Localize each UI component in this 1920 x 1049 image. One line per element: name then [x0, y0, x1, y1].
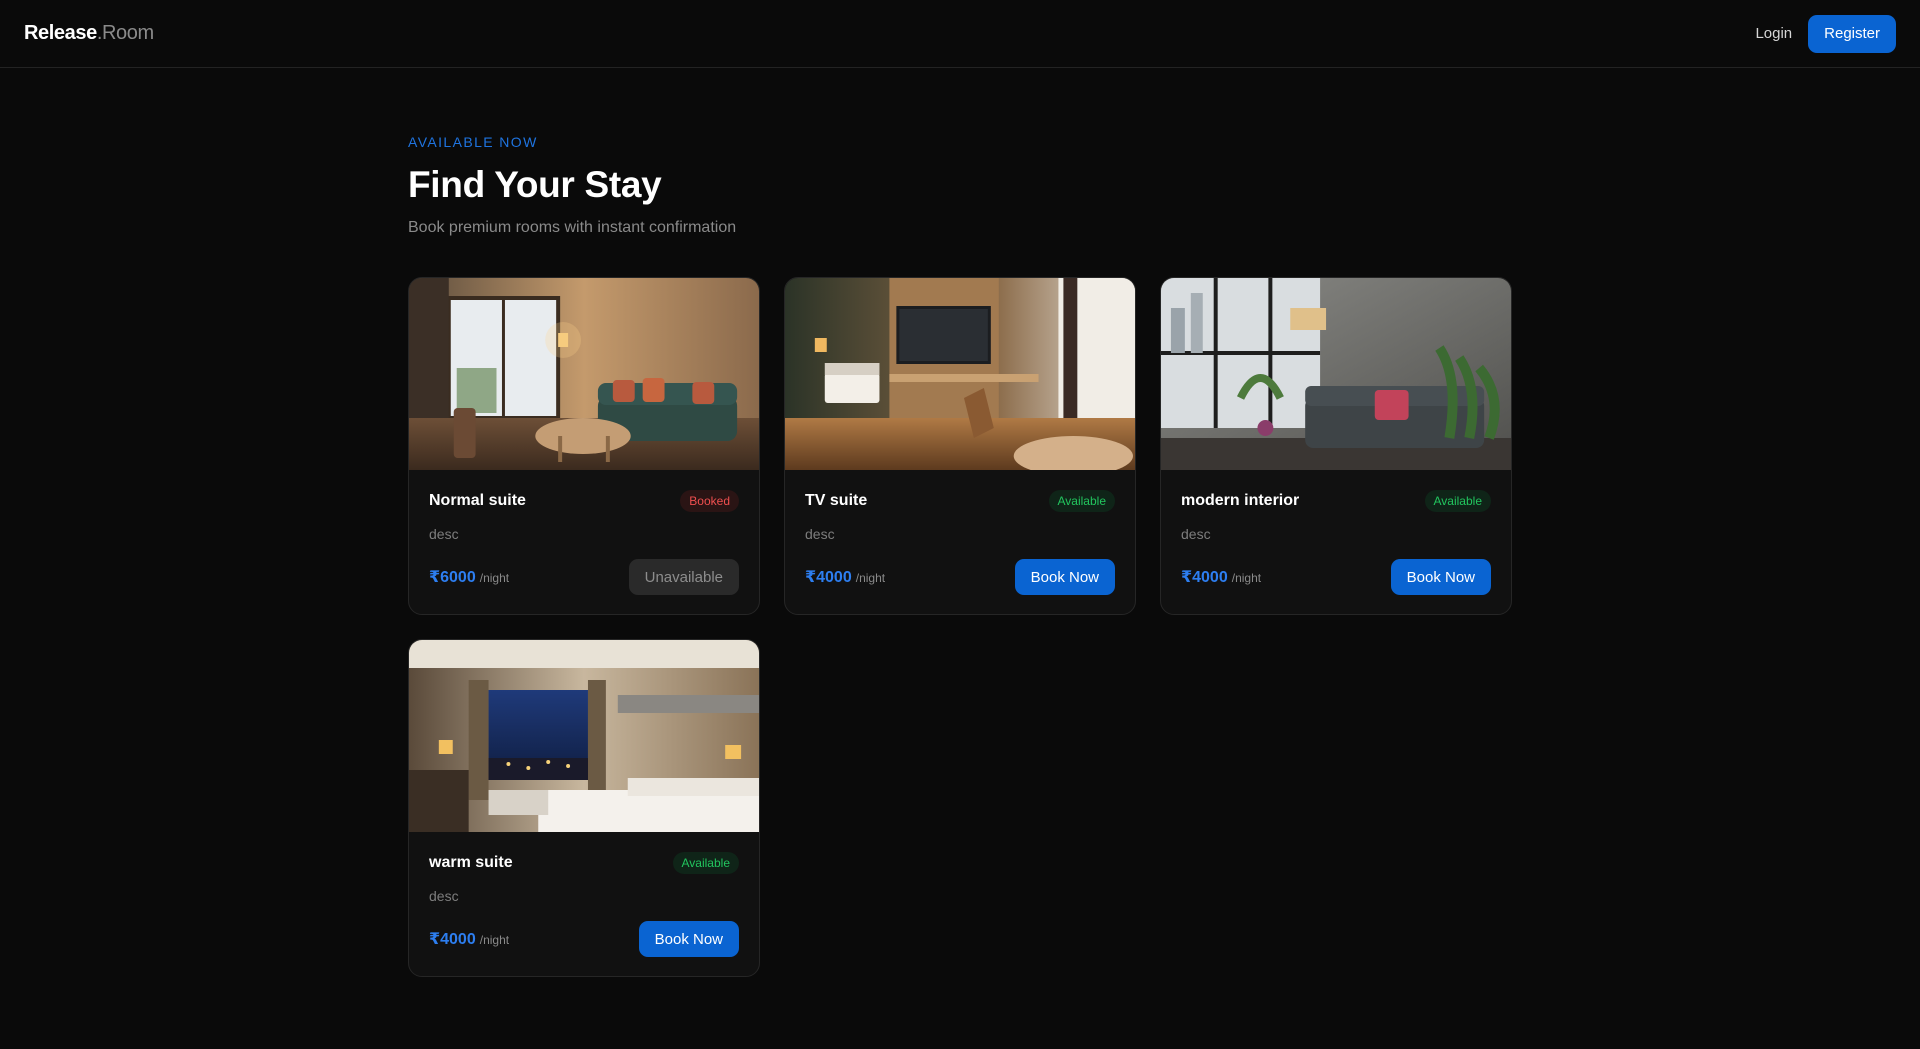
room-description: desc	[1181, 526, 1211, 542]
room-name: modern interior	[1181, 492, 1300, 509]
room-card[interactable]: warm suite Available desc ₹4000/night Bo…	[408, 639, 760, 977]
page-subtitle: Book premium rooms with instant confirma…	[408, 219, 737, 236]
room-description: desc	[805, 526, 835, 542]
room-price: ₹4000	[429, 931, 476, 948]
login-link[interactable]: Login	[1755, 17, 1792, 50]
room-description: desc	[429, 526, 459, 542]
hero-section: AVAILABLE NOW Find Your Stay Book premiu…	[408, 68, 1512, 237]
modern-living-room-photo	[1161, 278, 1511, 470]
main-content: AVAILABLE NOW Find Your Stay Book premiu…	[408, 68, 1512, 977]
price-block: ₹6000/night	[429, 567, 509, 587]
register-button[interactable]: Register	[1808, 14, 1896, 53]
price-block: ₹4000/night	[805, 567, 885, 587]
price-unit: /night	[1231, 571, 1262, 585]
unavailable-button[interactable]: Unavailable	[628, 559, 739, 595]
price-unit: /night	[479, 933, 510, 947]
status-badge: Available	[1424, 490, 1491, 512]
price-block: ₹4000/night	[1181, 567, 1261, 587]
room-name: TV suite	[805, 492, 868, 509]
room-grid: Normal suite Booked desc ₹6000/night Una…	[408, 277, 1512, 977]
eyebrow-label: AVAILABLE NOW	[408, 134, 538, 150]
navbar: Release.Room Login Register	[0, 0, 1920, 68]
book-now-button[interactable]: Book Now	[1014, 559, 1115, 595]
room-price: ₹4000	[1181, 569, 1228, 586]
nav-actions: Login Register	[1755, 14, 1896, 53]
price-block: ₹4000/night	[429, 929, 509, 949]
room-name: Normal suite	[429, 492, 526, 509]
room-price: ₹4000	[805, 569, 852, 586]
brand-logo[interactable]: Release.Room	[24, 22, 154, 45]
room-name: warm suite	[429, 854, 513, 871]
room-price: ₹6000	[429, 569, 476, 586]
hotel-bedroom-city-view-photo	[409, 640, 759, 832]
brand-name: Release	[24, 22, 97, 44]
room-card[interactable]: Normal suite Booked desc ₹6000/night Una…	[408, 277, 760, 615]
living-room-photo	[409, 278, 759, 470]
status-badge: Booked	[680, 490, 739, 512]
room-card[interactable]: modern interior Available desc ₹4000/nig…	[1160, 277, 1512, 615]
price-unit: /night	[855, 571, 886, 585]
book-now-button[interactable]: Book Now	[1390, 559, 1491, 595]
status-badge: Available	[672, 852, 739, 874]
room-description: desc	[429, 888, 459, 904]
room-card[interactable]: TV suite Available desc ₹4000/night Book…	[784, 277, 1136, 615]
status-badge: Available	[1048, 490, 1115, 512]
brand-suffix: .Room	[96, 22, 154, 44]
book-now-button[interactable]: Book Now	[638, 921, 739, 957]
price-unit: /night	[479, 571, 510, 585]
hotel-room-tv-photo	[785, 278, 1135, 470]
page-title: Find Your Stay	[408, 164, 662, 205]
